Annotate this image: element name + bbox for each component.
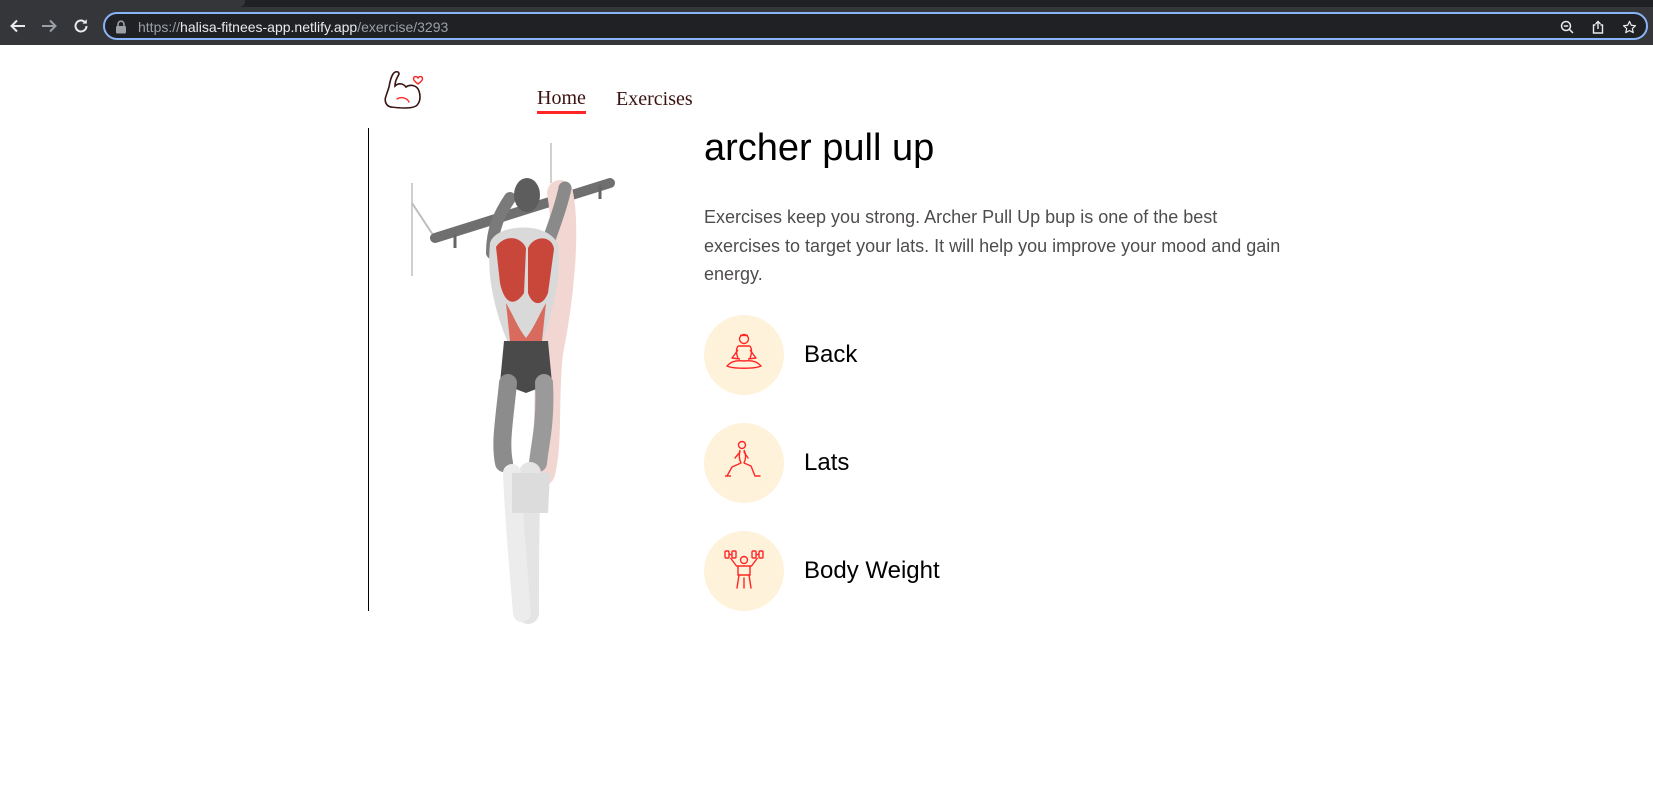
exercise-gif-image (400, 143, 625, 643)
detail-label: Body Weight (804, 557, 940, 584)
lunge-pose-icon (723, 440, 765, 487)
browser-tab-strip (0, 0, 1653, 7)
reload-icon[interactable] (70, 15, 92, 37)
browser-toolbar: https://halisa-fitnees-app.netlify.app/e… (0, 7, 1653, 45)
lock-icon[interactable] (115, 20, 127, 39)
back-arrow-icon[interactable] (7, 15, 29, 37)
zoom-icon[interactable] (1559, 19, 1575, 35)
share-icon[interactable] (1590, 19, 1606, 35)
detail-label: Lats (804, 449, 850, 476)
vertical-divider (368, 128, 369, 611)
exercise-title: archer pull up (704, 127, 935, 169)
dumbbell-lift-icon (723, 548, 765, 595)
detail-equipment: Body Weight (704, 531, 940, 611)
nav-exercises-link[interactable]: Exercises (616, 88, 693, 111)
logo-icon[interactable] (383, 69, 425, 109)
bookmark-star-icon[interactable] (1621, 19, 1637, 35)
url-host: halisa-fitnees-app.netlify.app (180, 19, 358, 35)
active-tab-edge (0, 0, 245, 7)
url-scheme: https:// (138, 19, 181, 35)
detail-target: Lats (704, 423, 849, 503)
address-bar[interactable]: https://halisa-fitnees-app.netlify.app/e… (103, 12, 1648, 40)
meditation-pose-icon (723, 332, 765, 379)
detail-label: Back (804, 341, 858, 368)
page: Home Exercises archer pull up Exercises … (0, 45, 1653, 797)
detail-icon-circle (704, 423, 784, 503)
forward-arrow-icon[interactable] (38, 15, 60, 37)
exercise-description: Exercises keep you strong. Archer Pull U… (704, 207, 1281, 284)
url-path: /exercise/3293 (357, 19, 449, 35)
nav-home-link[interactable]: Home (537, 87, 586, 114)
url-text[interactable]: https://halisa-fitnees-app.netlify.app/e… (138, 19, 448, 35)
detail-body-part: Back (704, 315, 857, 395)
detail-icon-circle (704, 315, 784, 395)
detail-icon-circle (704, 531, 784, 611)
